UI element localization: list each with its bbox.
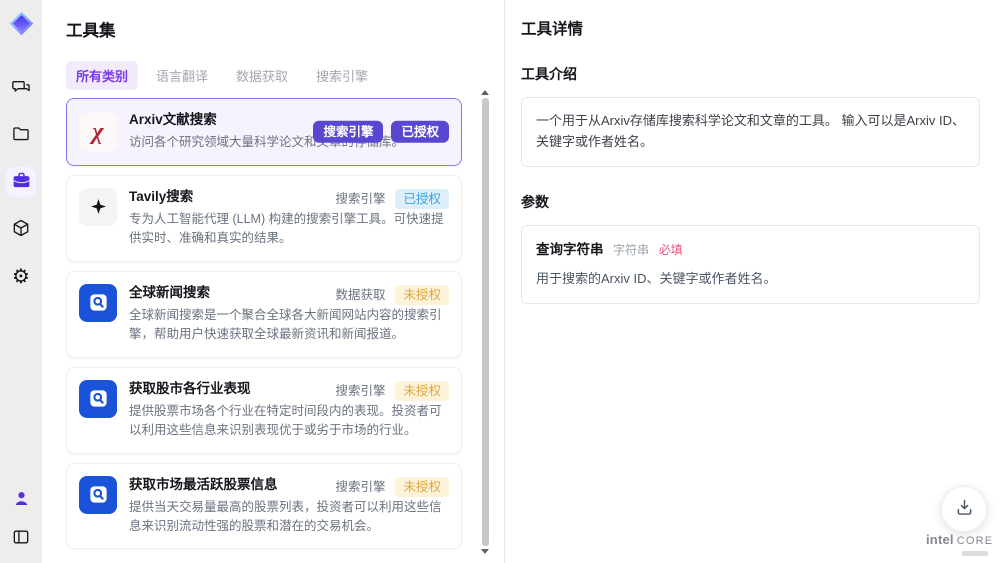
- category-tabs: 所有类别 语言翻译 数据获取 搜索引擎: [66, 61, 480, 90]
- download-button[interactable]: [941, 486, 987, 532]
- app-window: ⚙ 工具集 所有类别 语言翻译 数据获取 搜索引擎 χ Arxiv文献搜索 访问各个研究领…: [0, 0, 1000, 563]
- user-icon: [12, 489, 31, 511]
- sidebar-item-models[interactable]: [6, 214, 36, 244]
- sidebar-item-files[interactable]: [6, 120, 36, 150]
- tool-description: 专为人工智能代理 (LLM) 构建的搜索引擎工具。可快速提供实时、准确和真实的结…: [129, 211, 444, 246]
- tool-description: 全球新闻搜索是一个聚合全球各大新闻网站内容的搜索引擎，帮助用户快速获取全球最新资…: [129, 307, 442, 342]
- tab-data-acquisition[interactable]: 数据获取: [226, 61, 298, 90]
- sidebar-item-layout[interactable]: [6, 523, 36, 553]
- briefcase-icon: [11, 170, 32, 194]
- chat-icon: [11, 77, 31, 100]
- tool-title: 获取市场最活跃股票信息: [129, 476, 278, 492]
- scroll-down-icon[interactable]: [481, 549, 489, 554]
- tool-card-most-active-stocks[interactable]: 获取市场最活跃股票信息提供当天交易量最高的股票列表，投资者可以利用这些信息来识别…: [66, 462, 462, 550]
- rail-nav-items: ⚙: [6, 73, 36, 291]
- param-required-badge: 必填: [658, 242, 683, 257]
- download-icon: [954, 497, 975, 521]
- panel-layout-icon: [11, 527, 31, 550]
- tool-title: Arxiv文献搜索: [129, 112, 217, 127]
- tool-list-panel: 工具集 所有类别 语言翻译 数据获取 搜索引擎 χ Arxiv文献搜索 访问各个研究领域大…: [42, 0, 504, 563]
- page-title: 工具集: [66, 22, 116, 40]
- folder-icon: [11, 124, 31, 147]
- scroll-up-icon[interactable]: [481, 90, 489, 95]
- scrollbar-thumb[interactable]: [481, 98, 489, 546]
- category-badge: 搜索引擎: [335, 191, 386, 206]
- param-box: 查询字符串 字符串 必填 用于搜索的Arxiv ID、关键字或作者姓名。: [521, 224, 980, 305]
- tool-logo-arxiv-icon: χ: [79, 112, 117, 151]
- sidebar-item-settings[interactable]: ⚙: [6, 261, 36, 291]
- auth-status-badge: 未授权: [395, 380, 449, 402]
- auth-status-badge: 已授权: [391, 120, 449, 144]
- tool-description: 提供股票市场各个行业在特定时间段内的表现。投资者可以利用这些信息来识别表现优于或…: [129, 403, 442, 438]
- intro-heading: 工具介绍: [521, 66, 577, 82]
- tool-card-arxiv-search[interactable]: χ Arxiv文献搜索 访问各个研究领域大量科学论文和文章的存储库。 搜索引擎 已授权: [66, 98, 462, 166]
- intel-core-logo: intel CORE: [926, 531, 992, 556]
- category-badge: 搜索引擎: [335, 383, 386, 398]
- param-type: 字符串: [613, 242, 650, 257]
- tool-badges: 搜索引擎 未授权: [335, 380, 449, 402]
- sidebar-item-profile[interactable]: [6, 485, 36, 515]
- tool-badges: 数据获取 未授权: [335, 284, 449, 306]
- sidebar-item-toolbox[interactable]: [6, 167, 36, 197]
- brand-intel: intel: [926, 532, 954, 547]
- tool-logo-search-icon: [79, 283, 117, 322]
- tab-all-categories[interactable]: 所有类别: [66, 61, 139, 90]
- param-name: 查询字符串: [536, 241, 604, 257]
- brand-subtext: [962, 551, 988, 556]
- gear-icon: ⚙: [12, 264, 30, 288]
- tool-detail-panel: 工具详情 工具介绍 一个用于从Arxiv存储库搜索科学论文和文章的工具。 输入可…: [505, 0, 1000, 563]
- cube-icon: [11, 218, 31, 241]
- intro-text: 一个用于从Arxiv存储库搜索科学论文和文章的工具。 输入可以是Arxiv ID…: [536, 113, 966, 149]
- rail-bottom-items: [6, 485, 36, 553]
- tool-logo-search-icon: [79, 379, 117, 418]
- detail-title: 工具详情: [521, 21, 584, 38]
- sidebar-item-chat[interactable]: [6, 73, 36, 103]
- tool-card-tavily-search[interactable]: Tavily搜索专为人工智能代理 (LLM) 构建的搜索引擎工具。可快速提供实时…: [66, 174, 462, 262]
- tool-badges: 搜索引擎 未授权: [335, 476, 449, 497]
- tool-card-global-news-search[interactable]: 全球新闻搜索全球新闻搜索是一个聚合全球各大新闻网站内容的搜索引擎，帮助用户快速获…: [66, 270, 462, 358]
- tool-list: χ Arxiv文献搜索 访问各个研究领域大量科学论文和文章的存储库。 搜索引擎 已授权 T…: [66, 98, 480, 554]
- brand-core: CORE: [956, 535, 994, 547]
- app-logo-icon: [7, 9, 35, 37]
- category-badge: 搜索引擎: [313, 120, 384, 144]
- tool-badges: 搜索引擎 已授权: [335, 188, 449, 210]
- nav-rail: ⚙: [0, 0, 42, 563]
- tool-logo-star-icon: [79, 187, 117, 226]
- auth-status-badge: 未授权: [395, 476, 449, 497]
- list-scrollbar[interactable]: [481, 90, 489, 554]
- tool-title: 全球新闻搜索: [129, 284, 210, 300]
- tool-card-stock-sector-performance[interactable]: 获取股市各行业表现提供股票市场各个行业在特定时间段内的表现。投资者可以利用这些信…: [66, 366, 462, 454]
- tool-logo-search-icon: [79, 475, 117, 514]
- category-badge: 搜索引擎: [335, 479, 386, 494]
- auth-status-badge: 已授权: [395, 188, 449, 210]
- tool-description: 提供当天交易量最高的股票列表，投资者可以利用这些信息来识别流动性强的股票和潜在的…: [129, 499, 442, 534]
- param-desc: 用于搜索的Arxiv ID、关键字或作者姓名。: [536, 271, 777, 287]
- tool-title: Tavily搜索: [129, 188, 194, 204]
- intro-box: 一个用于从Arxiv存储库搜索科学论文和文章的工具。 输入可以是Arxiv ID…: [521, 97, 980, 167]
- tool-badges: 搜索引擎 已授权: [313, 120, 449, 144]
- param-header: 查询字符串 字符串 必填: [536, 239, 965, 261]
- tab-search-engine[interactable]: 搜索引擎: [306, 61, 378, 90]
- tool-title: 获取股市各行业表现: [129, 380, 251, 396]
- tab-language-translation[interactable]: 语言翻译: [146, 61, 218, 90]
- params-heading: 参数: [521, 193, 549, 210]
- category-badge: 数据获取: [335, 287, 386, 302]
- auth-status-badge: 未授权: [395, 284, 449, 306]
